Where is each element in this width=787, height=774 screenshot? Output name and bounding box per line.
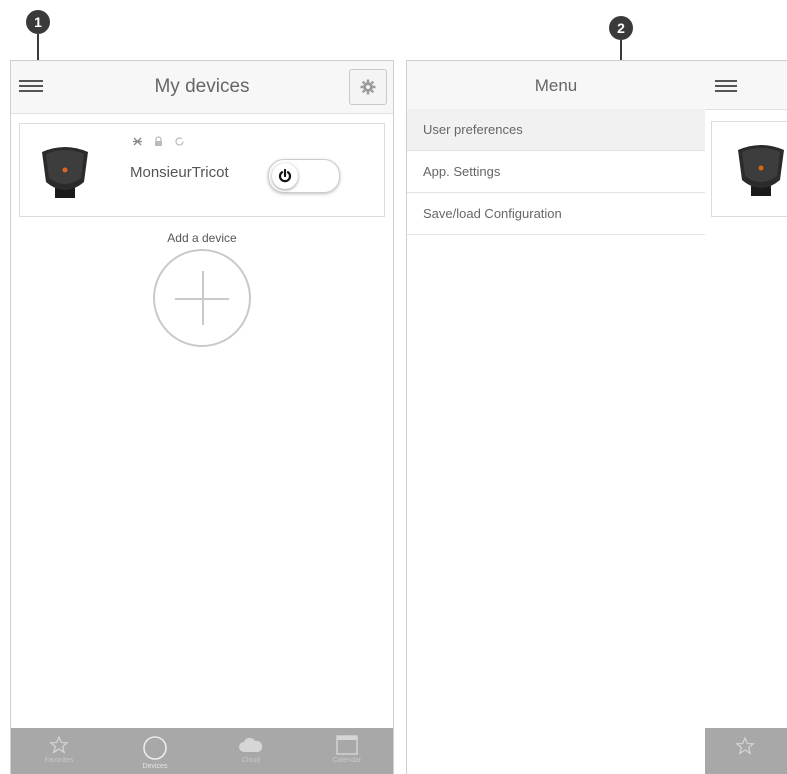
menu-hamburger-icon[interactable] — [715, 77, 737, 95]
menu-item-save-load-configuration[interactable]: Save/load Configuration — [407, 193, 705, 235]
device-card[interactable]: MonsieurTricot — [19, 123, 385, 217]
power-icon — [272, 163, 298, 189]
device-name: MonsieurTricot — [130, 164, 229, 181]
tab-calendar[interactable]: Calendar — [299, 728, 395, 774]
page-title: My devices — [154, 76, 250, 97]
device-thumbnail — [738, 145, 784, 196]
tab-label: Devices — [142, 763, 168, 770]
tab-label: Calendar — [332, 757, 362, 764]
callout-marker-1: 1 — [26, 10, 50, 34]
tab-devices[interactable]: Devices — [107, 728, 203, 774]
menu-header: Menu — [407, 61, 705, 110]
device-card-peek — [711, 121, 787, 217]
menu-item-app-settings[interactable]: App. Settings — [407, 151, 705, 193]
refresh-icon — [175, 137, 184, 146]
signal-icon — [133, 137, 142, 146]
device-status-icons — [132, 136, 185, 147]
calendar-icon — [336, 735, 358, 755]
bottom-tab-bar: Favorites Devices Cloud Calendar — [11, 726, 395, 774]
peek-header — [705, 61, 787, 110]
devices-screen: My devices MonsieurTricot Add a device F… — [10, 60, 394, 774]
device-thumbnail — [42, 147, 88, 198]
add-device-button[interactable] — [153, 249, 251, 347]
callout-number: 1 — [34, 14, 42, 30]
tab-cloud[interactable]: Cloud — [203, 728, 299, 774]
tab-favorites[interactable]: Favorites — [11, 728, 107, 774]
bottom-tab-bar-peek — [705, 728, 787, 774]
tab-label: Favorites — [44, 757, 74, 764]
app-header: My devices — [11, 61, 393, 114]
gear-icon — [360, 79, 376, 95]
side-menu: Menu User preferences App. Settings Save… — [407, 61, 706, 774]
settings-button[interactable] — [349, 69, 387, 105]
device-power-toggle[interactable] — [268, 159, 340, 193]
callout-number: 2 — [617, 20, 625, 36]
menu-title: Menu — [534, 76, 578, 95]
cloud-icon — [239, 737, 263, 752]
devices-screen-peek[interactable] — [705, 61, 787, 774]
tab-label: Cloud — [241, 757, 261, 764]
add-device-label: Add a device — [167, 231, 237, 245]
callout-marker-2: 2 — [609, 16, 633, 40]
menu-item-user-preferences[interactable]: User preferences — [407, 109, 705, 151]
menu-screen: Menu User preferences App. Settings Save… — [406, 60, 787, 774]
lock-icon — [155, 136, 162, 146]
star-icon — [735, 736, 755, 755]
circle-icon — [143, 736, 167, 760]
star-icon — [49, 735, 69, 754]
